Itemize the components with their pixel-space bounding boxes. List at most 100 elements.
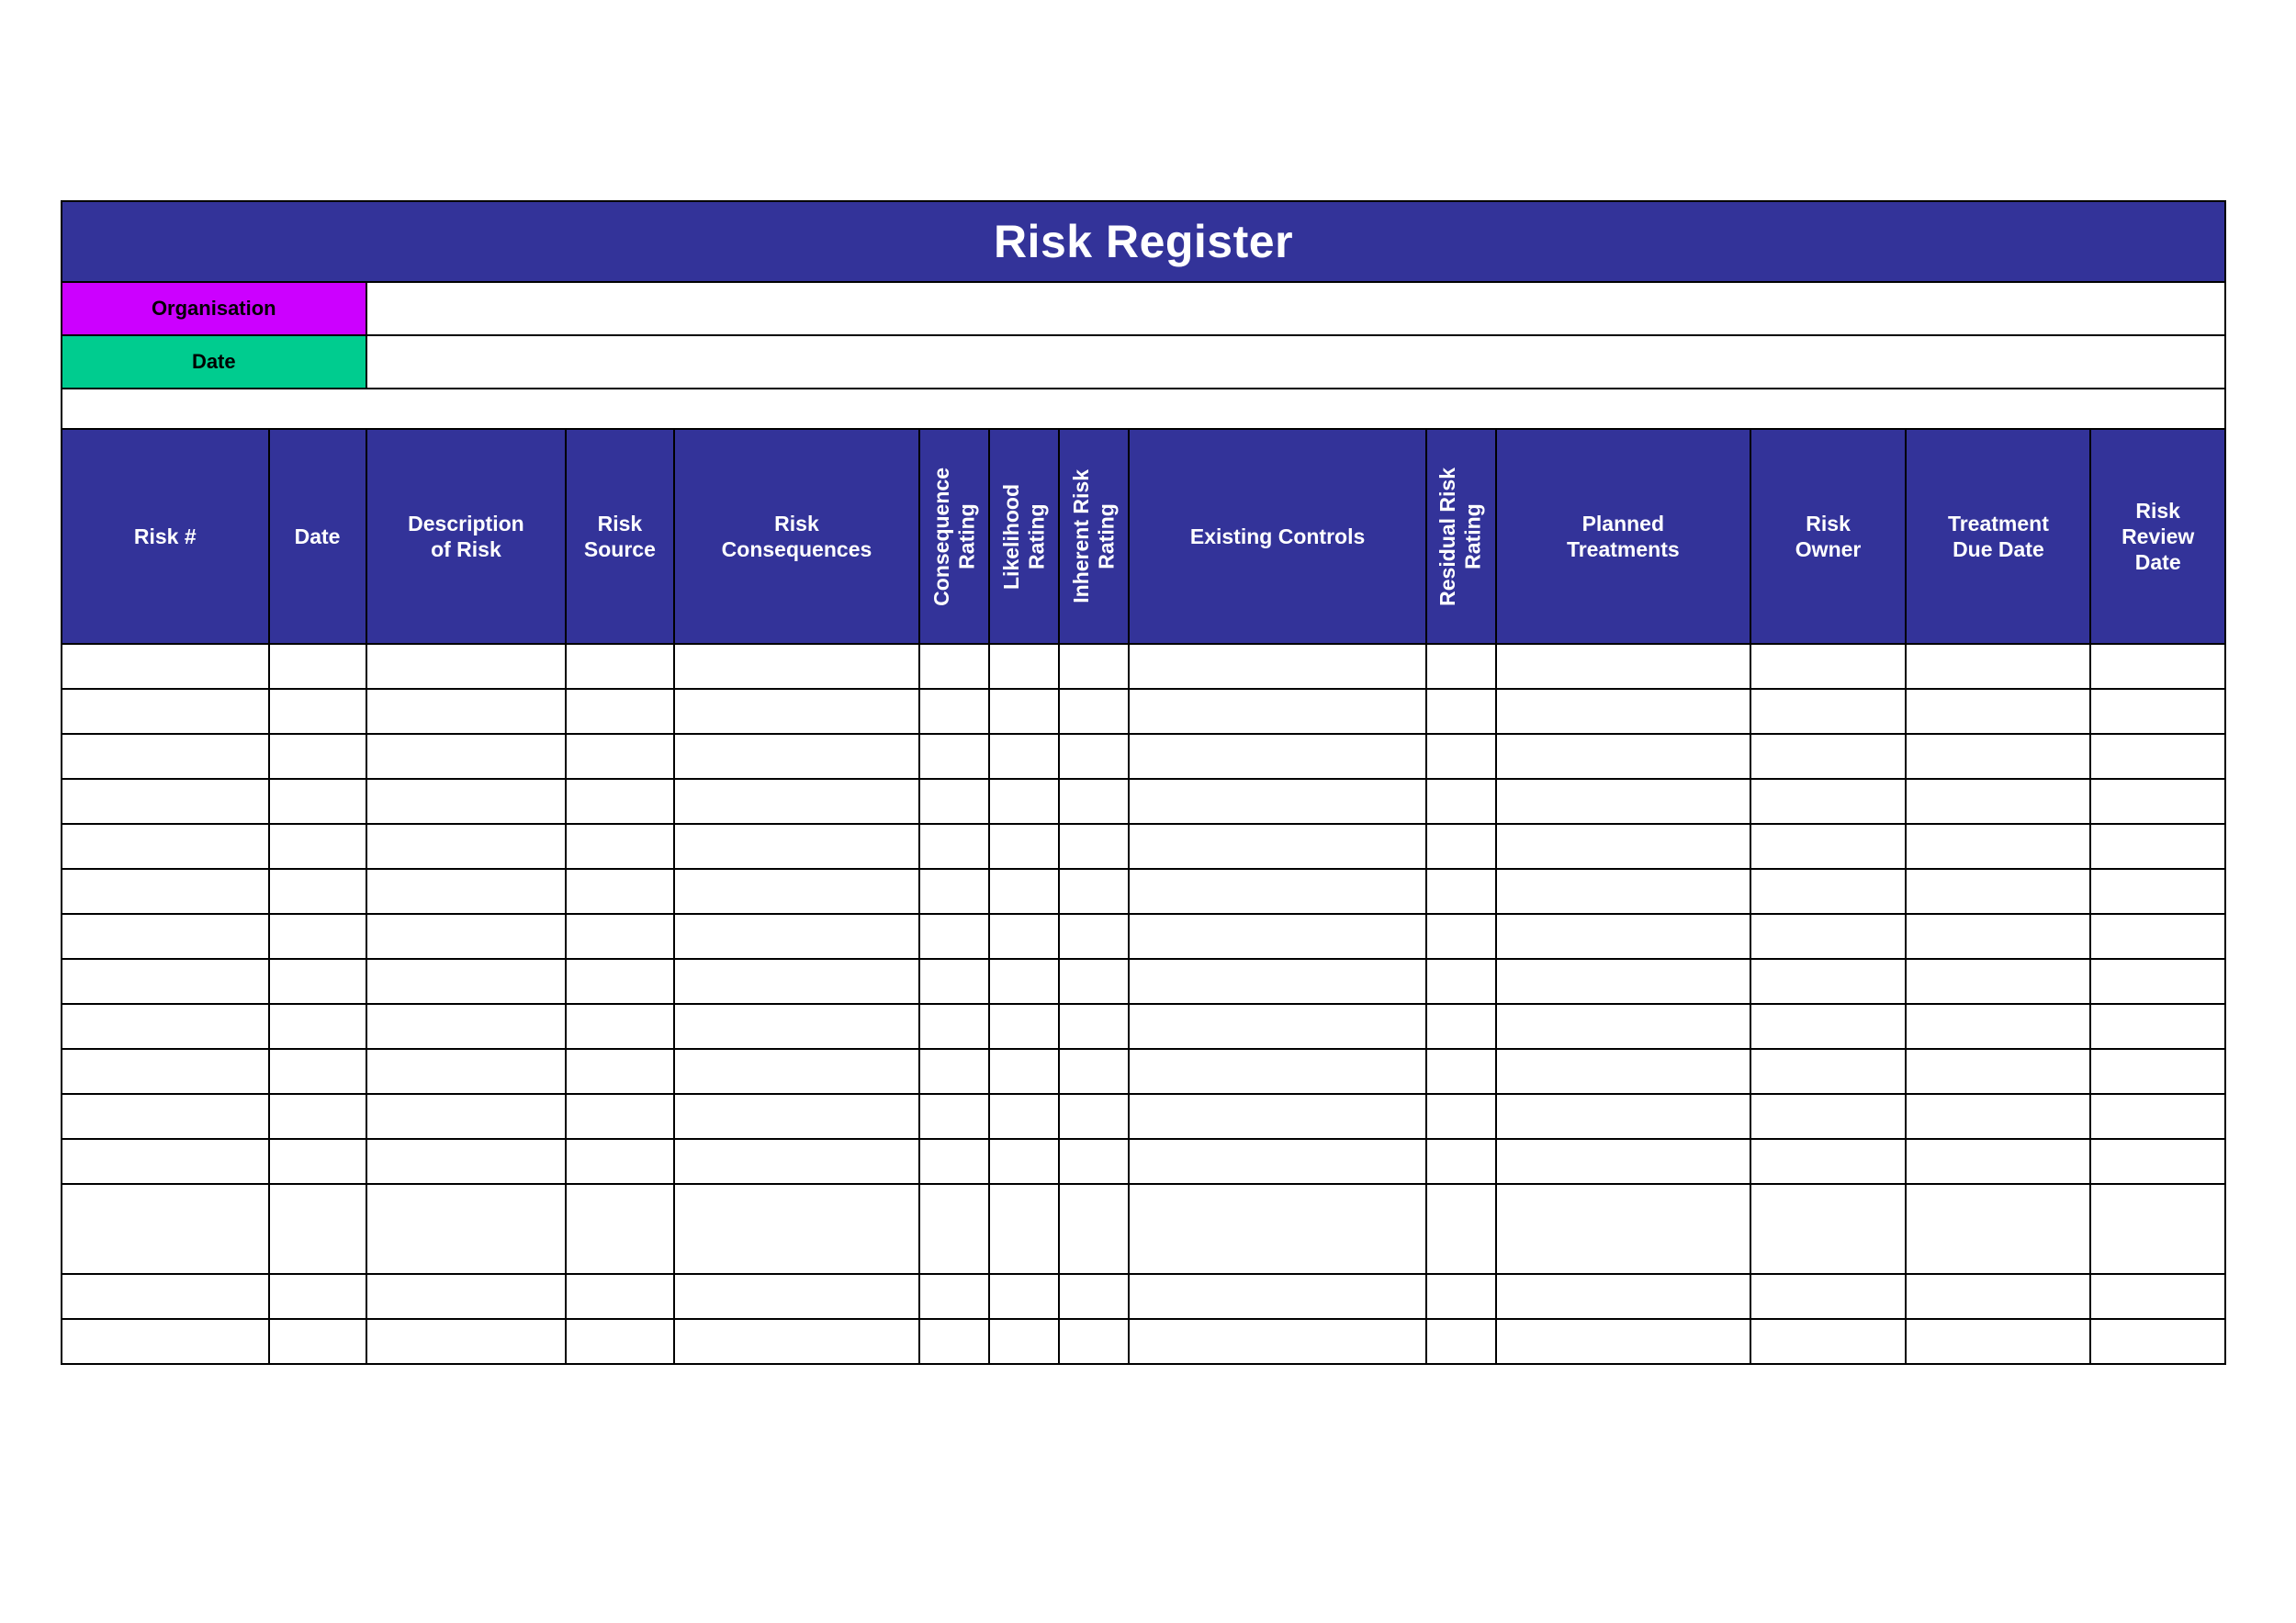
table-cell[interactable] xyxy=(1058,688,1131,735)
column-header-consequence-rating[interactable]: Consequence Rating xyxy=(918,428,991,645)
table-cell[interactable] xyxy=(1058,1093,1131,1140)
table-cell[interactable] xyxy=(1905,868,2092,915)
table-cell[interactable] xyxy=(1494,958,1751,1005)
column-header-date[interactable]: Date xyxy=(267,428,367,645)
table-cell[interactable] xyxy=(918,1048,991,1095)
table-cell[interactable] xyxy=(672,1183,921,1275)
table-cell[interactable] xyxy=(988,1318,1061,1365)
table-cell[interactable] xyxy=(918,1273,991,1320)
table-cell[interactable] xyxy=(1494,1318,1751,1365)
table-cell[interactable] xyxy=(61,688,270,735)
table-cell[interactable] xyxy=(565,823,675,870)
table-cell[interactable] xyxy=(988,1138,1061,1185)
table-cell[interactable] xyxy=(988,823,1061,870)
table-cell[interactable] xyxy=(2089,1093,2226,1140)
meta-value-date[interactable] xyxy=(365,334,2227,389)
table-cell[interactable] xyxy=(2089,778,2226,825)
table-cell[interactable] xyxy=(988,1048,1061,1095)
table-cell[interactable] xyxy=(365,1003,568,1050)
table-cell[interactable] xyxy=(1058,1003,1131,1050)
table-cell[interactable] xyxy=(918,1318,991,1365)
table-cell[interactable] xyxy=(61,913,270,960)
table-cell[interactable] xyxy=(1424,1003,1497,1050)
table-cell[interactable] xyxy=(1128,1318,1427,1365)
table-cell[interactable] xyxy=(1905,1093,2092,1140)
table-cell[interactable] xyxy=(1494,733,1751,780)
table-cell[interactable] xyxy=(1424,913,1497,960)
table-cell[interactable] xyxy=(1905,958,2092,1005)
table-cell[interactable] xyxy=(61,733,270,780)
table-cell[interactable] xyxy=(918,1093,991,1140)
table-cell[interactable] xyxy=(2089,823,2226,870)
column-header-risk-review-date[interactable]: Risk Review Date xyxy=(2089,428,2226,645)
table-cell[interactable] xyxy=(61,1048,270,1095)
table-cell[interactable] xyxy=(2089,1183,2226,1275)
table-cell[interactable] xyxy=(988,1183,1061,1275)
table-cell[interactable] xyxy=(1128,1003,1427,1050)
table-cell[interactable] xyxy=(1128,733,1427,780)
table-cell[interactable] xyxy=(1494,1003,1751,1050)
table-cell[interactable] xyxy=(2089,913,2226,960)
table-cell[interactable] xyxy=(1749,913,1908,960)
table-cell[interactable] xyxy=(565,688,675,735)
table-cell[interactable] xyxy=(1905,688,2092,735)
table-cell[interactable] xyxy=(565,1318,675,1365)
table-cell[interactable] xyxy=(672,1093,921,1140)
table-cell[interactable] xyxy=(2089,1003,2226,1050)
table-cell[interactable] xyxy=(1058,823,1131,870)
table-cell[interactable] xyxy=(267,913,367,960)
table-cell[interactable] xyxy=(267,688,367,735)
table-cell[interactable] xyxy=(1424,688,1497,735)
table-cell[interactable] xyxy=(672,1318,921,1365)
table-cell[interactable] xyxy=(1905,1138,2092,1185)
table-cell[interactable] xyxy=(1128,868,1427,915)
table-cell[interactable] xyxy=(365,913,568,960)
table-cell[interactable] xyxy=(988,868,1061,915)
table-cell[interactable] xyxy=(1128,958,1427,1005)
table-cell[interactable] xyxy=(918,1003,991,1050)
table-cell[interactable] xyxy=(1749,823,1908,870)
meta-value-organisation[interactable] xyxy=(365,281,2227,336)
table-cell[interactable] xyxy=(1494,913,1751,960)
table-cell[interactable] xyxy=(1905,643,2092,690)
table-cell[interactable] xyxy=(1424,1318,1497,1365)
table-cell[interactable] xyxy=(1424,1183,1497,1275)
column-header-description-of-risk[interactable]: Description of Risk xyxy=(365,428,568,645)
table-cell[interactable] xyxy=(988,733,1061,780)
table-cell[interactable] xyxy=(2089,1138,2226,1185)
table-cell[interactable] xyxy=(1749,1138,1908,1185)
table-cell[interactable] xyxy=(1128,1048,1427,1095)
table-cell[interactable] xyxy=(565,643,675,690)
table-cell[interactable] xyxy=(1494,778,1751,825)
table-cell[interactable] xyxy=(1749,868,1908,915)
table-cell[interactable] xyxy=(1494,688,1751,735)
table-cell[interactable] xyxy=(365,643,568,690)
table-cell[interactable] xyxy=(918,643,991,690)
table-cell[interactable] xyxy=(672,778,921,825)
column-header-risk-owner[interactable]: Risk Owner xyxy=(1749,428,1908,645)
table-cell[interactable] xyxy=(2089,1273,2226,1320)
table-cell[interactable] xyxy=(988,688,1061,735)
table-cell[interactable] xyxy=(1749,778,1908,825)
table-cell[interactable] xyxy=(365,1273,568,1320)
column-header-planned-treatments[interactable]: Planned Treatments xyxy=(1494,428,1751,645)
table-cell[interactable] xyxy=(672,643,921,690)
table-cell[interactable] xyxy=(61,823,270,870)
column-header-inherent-risk-rating[interactable]: Inherent Risk Rating xyxy=(1058,428,1131,645)
table-cell[interactable] xyxy=(988,958,1061,1005)
column-header-existing-controls[interactable]: Existing Controls xyxy=(1128,428,1427,645)
table-cell[interactable] xyxy=(565,1273,675,1320)
table-cell[interactable] xyxy=(1424,1093,1497,1140)
table-cell[interactable] xyxy=(1905,823,2092,870)
table-cell[interactable] xyxy=(61,868,270,915)
table-cell[interactable] xyxy=(61,1183,270,1275)
table-cell[interactable] xyxy=(1494,1138,1751,1185)
table-cell[interactable] xyxy=(1494,1183,1751,1275)
table-cell[interactable] xyxy=(672,1048,921,1095)
table-cell[interactable] xyxy=(267,1003,367,1050)
table-cell[interactable] xyxy=(672,1003,921,1050)
table-cell[interactable] xyxy=(988,913,1061,960)
table-cell[interactable] xyxy=(565,1093,675,1140)
table-cell[interactable] xyxy=(1494,823,1751,870)
table-cell[interactable] xyxy=(1749,733,1908,780)
